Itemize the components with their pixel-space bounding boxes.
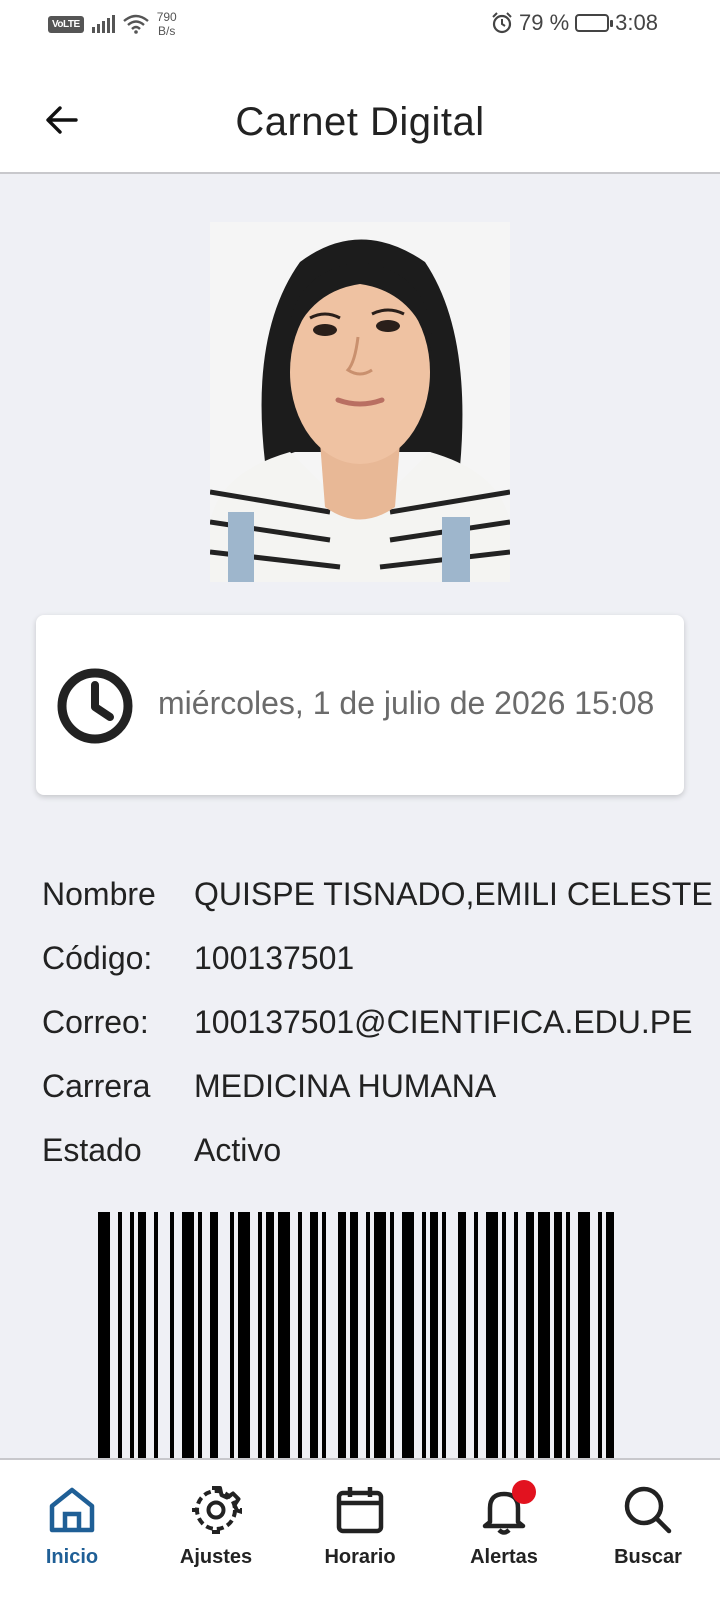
barcode-bar — [310, 1212, 318, 1458]
barcode-bar — [210, 1212, 218, 1458]
info-label: Estado — [42, 1131, 142, 1168]
barcode-bar — [578, 1212, 590, 1458]
barcode-bar — [322, 1212, 326, 1458]
wifi-icon — [122, 14, 149, 34]
barcode-bar — [338, 1212, 346, 1458]
barcode-bar — [182, 1212, 194, 1458]
barcode-graphic — [98, 1212, 614, 1458]
net-speed-unit: B/s — [158, 24, 176, 38]
student-info: Nombre QUISPE TISNADO,EMILI CELESTE Códi… — [42, 862, 713, 1182]
barcode-bar — [350, 1212, 358, 1458]
barcode-bar — [170, 1212, 174, 1458]
barcode-bar — [566, 1212, 570, 1458]
nav-item-horario[interactable]: Horario — [300, 1484, 420, 1569]
nav-label: Buscar — [614, 1546, 682, 1568]
nav-label: Horario — [324, 1546, 396, 1568]
nav-label: Ajustes — [179, 1546, 253, 1568]
barcode-bar — [598, 1212, 602, 1458]
info-label: Código: — [42, 939, 153, 976]
info-row-code: Código: 100137501 — [42, 926, 682, 990]
home-icon — [49, 1487, 95, 1533]
calendar-icon — [336, 1487, 384, 1534]
info-row-name: Nombre QUISPE TISNADO,EMILI CELESTE — [42, 862, 713, 926]
barcode-bar — [554, 1212, 562, 1458]
barcode-bar — [154, 1212, 158, 1458]
barcode-bar — [526, 1212, 534, 1458]
info-value: 100137501 — [194, 939, 355, 976]
barcode-bar — [538, 1212, 550, 1458]
barcode-bar — [278, 1212, 290, 1458]
barcode-bar — [298, 1212, 302, 1458]
barcode-bar — [238, 1212, 250, 1458]
barcode — [98, 1212, 622, 1458]
barcode-bar — [502, 1212, 506, 1458]
status-left: VoLTE 790 B/s — [48, 10, 177, 38]
gear-icon — [192, 1486, 242, 1534]
nav-label: Inicio — [45, 1546, 99, 1568]
barcode-bar — [198, 1212, 202, 1458]
barcode-bar — [118, 1212, 122, 1458]
status-right: 79 % 3:08 — [491, 10, 658, 36]
barcode-bar — [486, 1212, 498, 1458]
barcode-bar — [266, 1212, 274, 1458]
barcode-bar — [130, 1212, 134, 1458]
search-icon — [624, 1486, 672, 1534]
info-row-career: Carrera MEDICINA HUMANA — [42, 1054, 682, 1118]
barcode-bar — [606, 1212, 614, 1458]
signal-icon — [91, 15, 115, 33]
clock-icon — [57, 668, 133, 744]
battery-icon — [575, 14, 614, 32]
student-photo — [210, 222, 510, 582]
nav-item-ajustes[interactable]: Ajustes — [156, 1484, 276, 1569]
info-row-status: Estado Activo — [42, 1118, 682, 1182]
clock-time: 3:08 — [615, 10, 658, 35]
barcode-bar — [458, 1212, 466, 1458]
info-label: Correo: — [42, 1003, 149, 1040]
net-speed: 790 B/s — [157, 10, 177, 38]
datetime-card: miércoles, 1 de julio de 2026 15:08 — [36, 615, 684, 795]
battery-percent: 79 % — [519, 10, 570, 35]
barcode-bar — [390, 1212, 394, 1458]
info-row-email: Correo: 100137501@CIENTIFICA.EDU.PE — [42, 990, 692, 1054]
barcode-bar — [138, 1212, 146, 1458]
volte-badge: VoLTE — [48, 15, 84, 33]
barcode-bar — [402, 1212, 414, 1458]
info-value: MEDICINA HUMANA — [194, 1067, 497, 1104]
bottom-nav: Inicio Ajustes Horario Alertas Buscar — [0, 1458, 720, 1600]
info-value: Activo — [194, 1131, 282, 1168]
barcode-bar — [430, 1212, 438, 1458]
barcode-bar — [474, 1212, 478, 1458]
info-value: QUISPE TISNADO,EMILI CELESTE — [194, 875, 713, 912]
info-value: 100137501@CIENTIFICA.EDU.PE — [194, 1003, 693, 1040]
barcode-bar — [98, 1212, 110, 1458]
info-label: Nombre — [42, 875, 156, 912]
nav-label: Alertas — [470, 1546, 538, 1568]
barcode-bar — [422, 1212, 426, 1458]
barcode-bar — [442, 1212, 446, 1458]
nav-item-inicio[interactable]: Inicio — [12, 1484, 132, 1569]
barcode-bar — [366, 1212, 370, 1458]
student-photo-illustration — [210, 222, 510, 582]
barcode-bar — [374, 1212, 386, 1458]
alarm-icon — [492, 12, 512, 34]
barcode-bar — [230, 1212, 234, 1458]
nav-item-buscar[interactable]: Buscar — [588, 1484, 708, 1569]
info-label: Carrera — [42, 1067, 151, 1104]
status-bar: VoLTE 790 B/s 79 % 3:08 — [0, 0, 720, 48]
barcode-bar — [514, 1212, 518, 1458]
app-bar: Carnet Digital — [0, 48, 720, 174]
notification-badge — [512, 1480, 536, 1504]
current-datetime: miércoles, 1 de julio de 2026 15:08 — [158, 685, 655, 721]
page-title: Carnet Digital — [235, 100, 485, 144]
barcode-bar — [258, 1212, 262, 1458]
nav-item-alertas[interactable]: Alertas — [444, 1480, 564, 1569]
net-speed-value: 790 — [156, 10, 177, 24]
